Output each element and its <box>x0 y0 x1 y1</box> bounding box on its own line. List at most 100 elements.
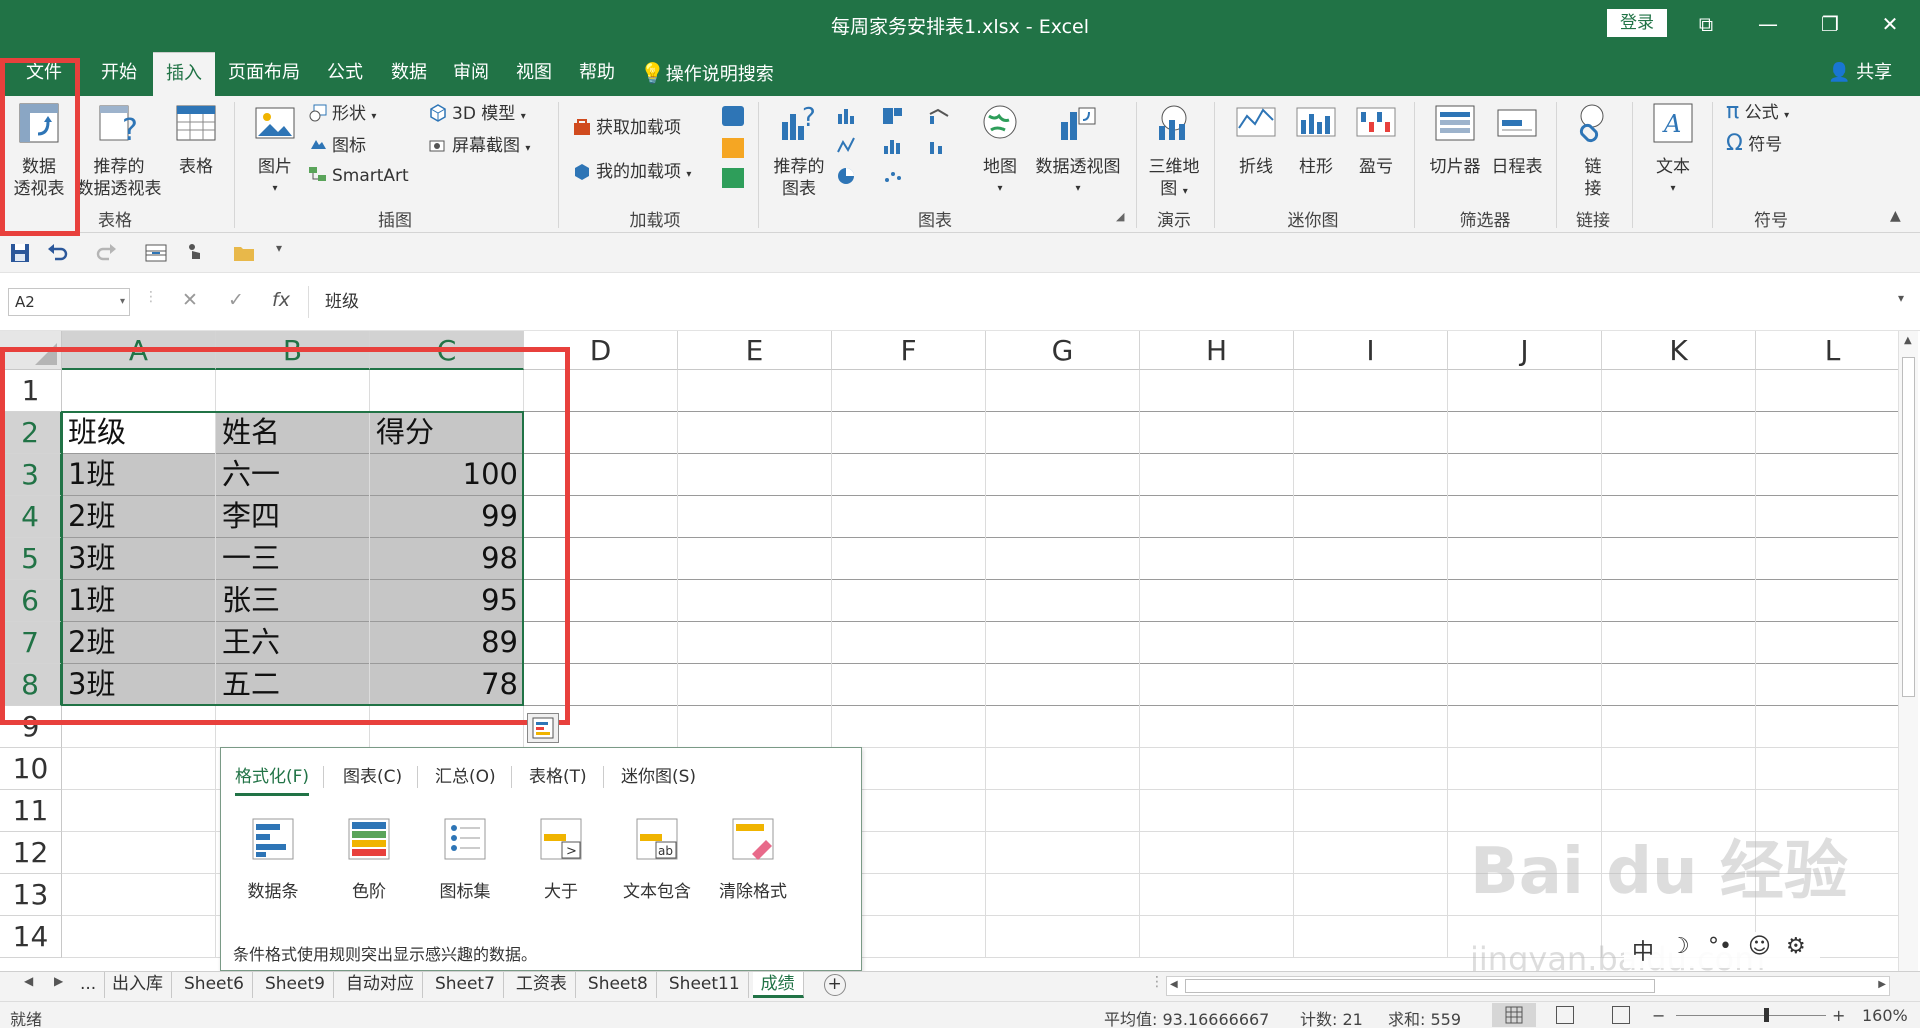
add-sheet-button[interactable]: + <box>823 974 846 996</box>
tab-home[interactable]: 开始 <box>86 50 152 96</box>
column-chart-icon[interactable] <box>836 106 858 126</box>
ribbon-display-options-button[interactable]: ⧉ <box>1676 4 1736 44</box>
row-header-11[interactable]: 11 <box>0 790 62 832</box>
combo-chart-icon[interactable] <box>928 106 950 126</box>
slicer-button[interactable]: 切片器 <box>1420 100 1490 178</box>
more-sheets-button[interactable]: ... <box>72 972 106 998</box>
sheet-tab[interactable]: Sheet7 <box>427 972 504 998</box>
dialog-launcher-icon[interactable]: ◢ <box>1116 210 1124 223</box>
tab-insert[interactable]: 插入 <box>153 52 215 96</box>
icons-button[interactable]: 图标 <box>308 132 366 160</box>
ime-settings-icon[interactable]: ⚙ <box>1786 934 1806 959</box>
ime-emoji-icon[interactable]: ☺ <box>1748 934 1771 959</box>
cancel-icon[interactable]: ✕ <box>182 289 198 311</box>
redo-icon[interactable] <box>94 241 118 265</box>
scroll-left-icon[interactable]: ◀ <box>1170 979 1178 990</box>
get-addins-button[interactable]: 获取加载项 <box>572 114 681 142</box>
formula-input[interactable]: 班级 <box>308 286 1908 318</box>
touch-mode-icon[interactable] <box>182 241 206 265</box>
column-header-i[interactable]: I <box>1294 331 1448 370</box>
login-button[interactable]: 登录 <box>1607 9 1667 37</box>
shapes-button[interactable]: 形状 ▾ <box>308 100 376 128</box>
3d-map-button[interactable]: 三维地 图 ▾ <box>1142 100 1206 203</box>
horizontal-scroll-thumb[interactable] <box>1185 979 1655 993</box>
qa-greater-than-option[interactable]: > 大于 <box>521 816 601 902</box>
qa-tab-totals[interactable]: 汇总(O) <box>435 762 496 787</box>
zoom-level[interactable]: 160% <box>1862 1006 1908 1025</box>
restore-button[interactable]: ❐ <box>1800 4 1860 44</box>
timeline-button[interactable]: 日程表 <box>1486 100 1548 178</box>
column-header-f[interactable]: F <box>832 331 986 370</box>
statistic-chart-icon[interactable] <box>882 136 904 156</box>
normal-view-icon[interactable] <box>1492 1003 1536 1027</box>
sparkline-winloss-button[interactable]: 盈亏 <box>1346 100 1406 178</box>
screenshot-button[interactable]: 屏幕截图 ▾ <box>428 132 530 160</box>
scatter-chart-icon[interactable] <box>882 166 904 186</box>
vertical-scroll-thumb[interactable] <box>1902 357 1915 697</box>
sparkline-column-button[interactable]: 柱形 <box>1286 100 1346 178</box>
symbol-button[interactable]: Ω 符号 <box>1726 130 1782 158</box>
qa-color-scale-option[interactable]: 色阶 <box>329 816 409 902</box>
enter-icon[interactable]: ✓ <box>228 289 244 311</box>
scroll-up-icon[interactable]: ▲ <box>1904 335 1912 346</box>
smartart-button[interactable]: SmartArt <box>308 162 409 190</box>
qa-tab-charts[interactable]: 图表(C) <box>343 762 402 787</box>
prev-sheet-icon[interactable]: ◀ <box>24 974 33 988</box>
minimize-button[interactable]: — <box>1738 4 1798 44</box>
insert-function-icon[interactable]: fx <box>272 289 290 311</box>
tab-formulas[interactable]: 公式 <box>314 50 376 96</box>
waterfall-chart-icon[interactable] <box>836 136 858 156</box>
open-folder-icon[interactable] <box>232 241 256 265</box>
page-break-view-icon[interactable] <box>1612 1006 1630 1024</box>
tab-split-handle[interactable]: ⋮ <box>1150 974 1164 990</box>
row-header-10[interactable]: 10 <box>0 748 62 790</box>
row-header-13[interactable]: 13 <box>0 874 62 916</box>
qa-clear-format-option[interactable]: 清除格式 <box>713 816 793 902</box>
visio-icon[interactable] <box>722 106 744 126</box>
recommended-pivot-button[interactable]: ? 推荐的 数据透视表 <box>74 100 164 200</box>
sheet-tab[interactable]: Sheet8 <box>580 972 657 998</box>
quick-analysis-button[interactable] <box>527 713 559 743</box>
column-header-h[interactable]: H <box>1140 331 1294 370</box>
qa-icon-set-option[interactable]: 图标集 <box>425 816 505 902</box>
sparkline-line-button[interactable]: 折线 <box>1226 100 1286 178</box>
column-header-e[interactable]: E <box>678 331 832 370</box>
vertical-scrollbar[interactable]: ▲ <box>1898 331 1918 971</box>
page-layout-view-icon[interactable] <box>1556 1006 1574 1024</box>
next-sheet-icon[interactable]: ▶ <box>54 974 63 988</box>
tab-page-layout[interactable]: 页面布局 <box>220 50 308 96</box>
ime-chinese-icon[interactable]: 中 <box>1632 934 1654 966</box>
tell-me-search[interactable]: 💡 操作说明搜索 <box>640 50 774 96</box>
collapse-ribbon-icon[interactable]: ▲ <box>1890 208 1901 224</box>
expand-formula-icon[interactable]: ▾ <box>1898 291 1904 305</box>
sheet-tab[interactable]: 工资表 <box>508 972 576 998</box>
customize-qat-icon[interactable]: ▾ <box>276 241 282 255</box>
print-layout-icon[interactable] <box>144 241 168 265</box>
ime-punct-icon[interactable]: °• <box>1708 934 1732 959</box>
sheet-tab[interactable]: Sheet6 <box>176 972 253 998</box>
tab-data[interactable]: 数据 <box>378 50 440 96</box>
row-header-14[interactable]: 14 <box>0 916 62 958</box>
name-box[interactable]: A2 ▾ <box>8 288 130 316</box>
pictures-button[interactable]: 图片 ▾ <box>244 100 306 200</box>
zoom-slider-thumb[interactable] <box>1764 1008 1769 1022</box>
zoom-slider[interactable] <box>1676 1015 1826 1016</box>
sheet-tab[interactable]: 出入库 <box>104 972 172 998</box>
sheet-tab[interactable]: Sheet11 <box>661 972 749 998</box>
sheet-tab[interactable]: 成绩 <box>752 972 804 998</box>
undo-icon[interactable] <box>46 241 70 265</box>
column-header-l[interactable]: L <box>1756 331 1900 370</box>
line-chart-icon[interactable] <box>928 136 950 156</box>
3d-model-button[interactable]: 3D 模型 ▾ <box>428 100 526 128</box>
ime-moon-icon[interactable]: ☽ <box>1670 934 1690 959</box>
qa-text-contains-option[interactable]: ab 文本包含 <box>617 816 697 902</box>
equation-button[interactable]: π 公式 ▾ <box>1726 98 1789 126</box>
zoom-out-icon[interactable]: − <box>1652 1006 1665 1025</box>
pivot-chart-button[interactable]: 数据透视图 ▾ <box>1030 100 1126 200</box>
text-button[interactable]: A 文本 ▾ <box>1642 100 1704 200</box>
people-graph-icon[interactable] <box>722 168 744 188</box>
tab-view[interactable]: 视图 <box>503 50 565 96</box>
qa-data-bars-option[interactable]: 数据条 <box>233 816 313 902</box>
qa-tab-formatting[interactable]: 格式化(F) <box>235 762 310 796</box>
horizontal-scrollbar[interactable]: ◀ ▶ <box>1166 976 1890 996</box>
